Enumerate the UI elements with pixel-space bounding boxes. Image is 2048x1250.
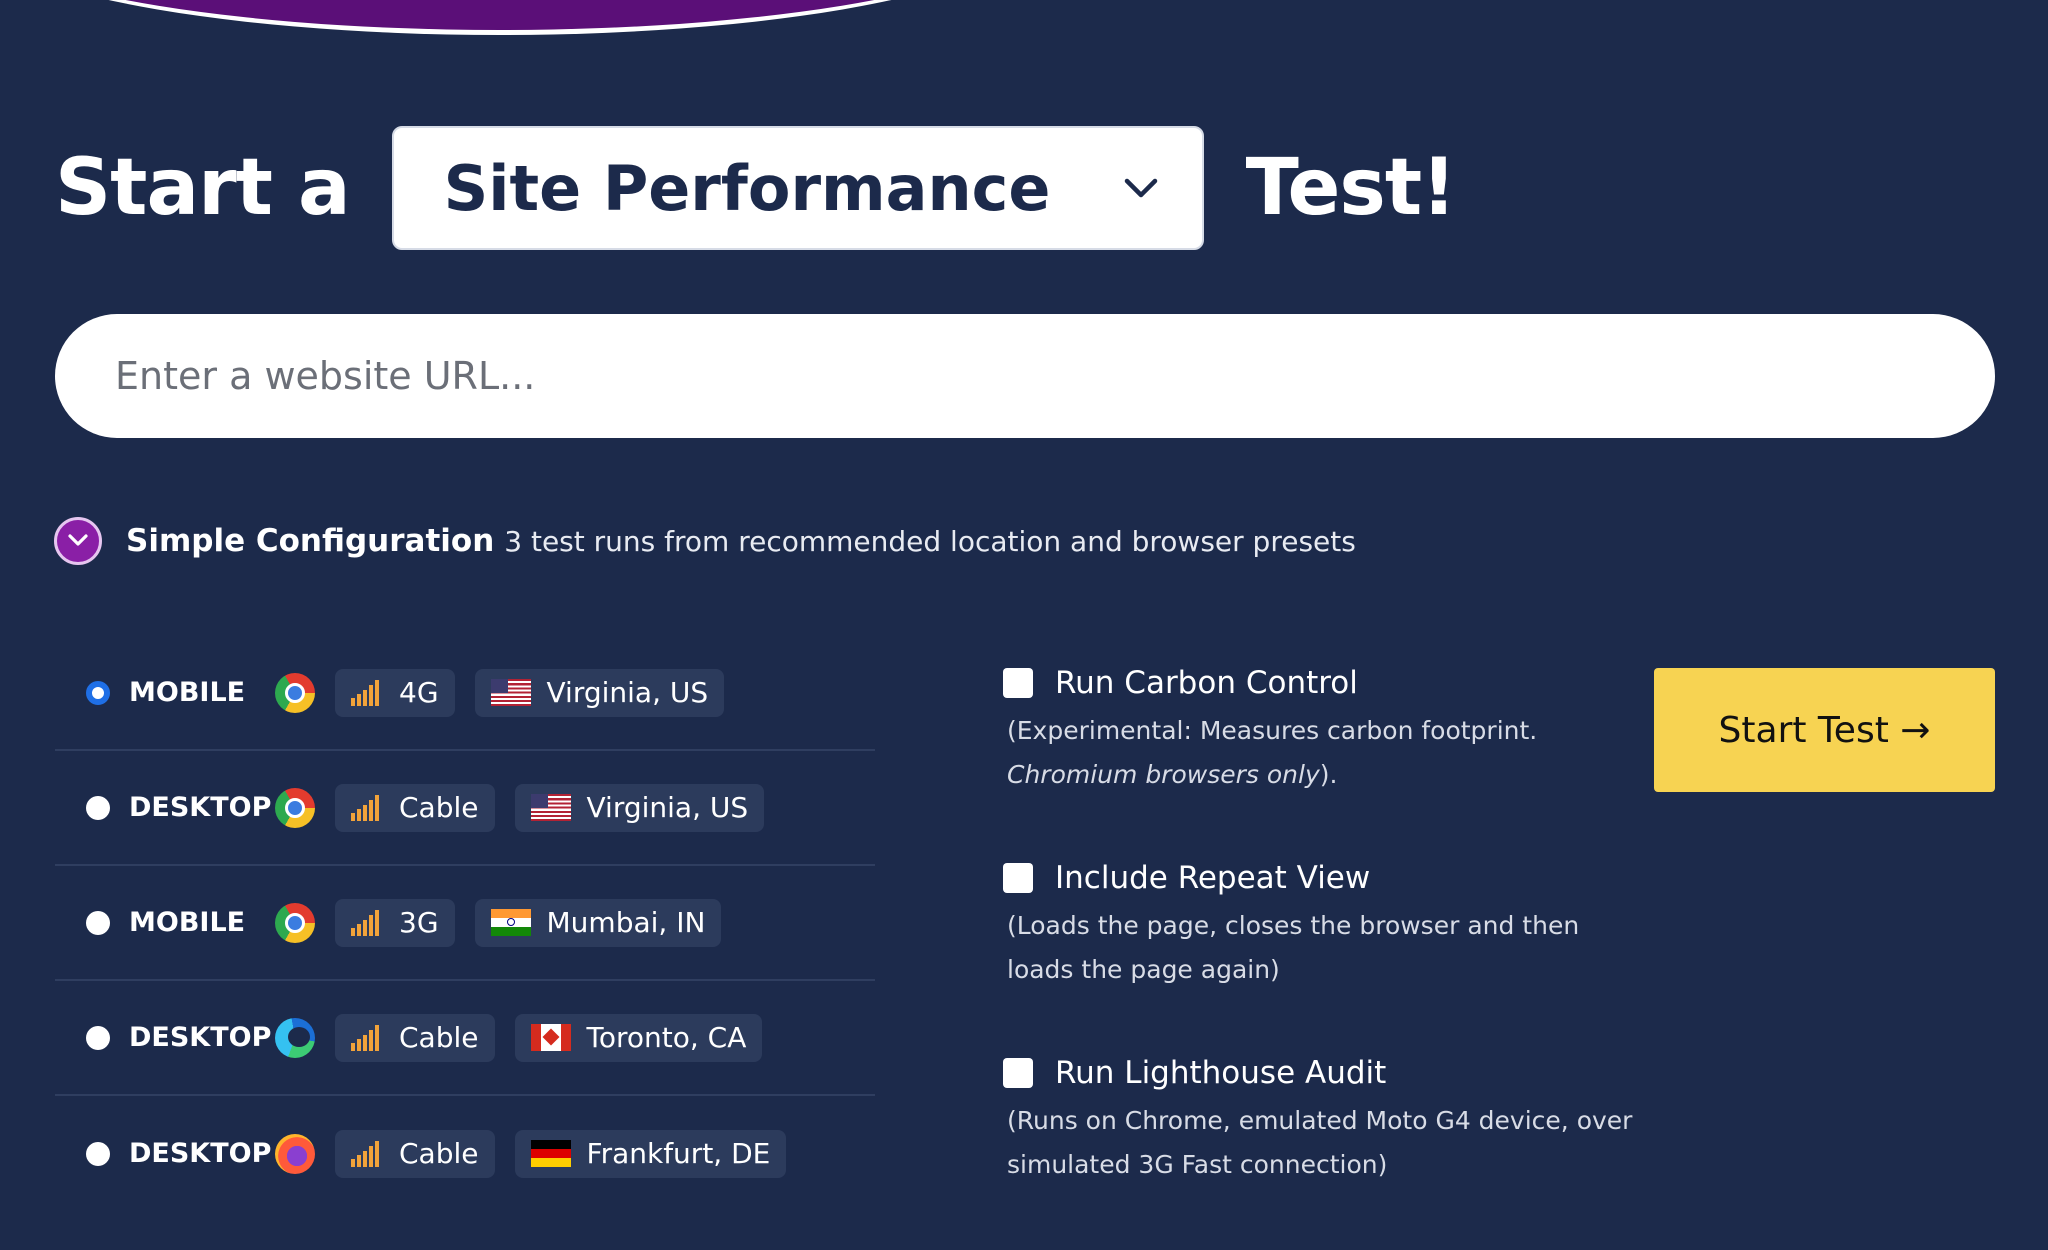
option-header: Run Lighthouse Audit xyxy=(1003,1055,1643,1091)
location-label: Toronto, CA xyxy=(586,1021,747,1054)
url-input[interactable] xyxy=(55,314,1995,438)
connection-badge: Cable xyxy=(335,783,495,832)
signal-icon xyxy=(351,909,381,936)
configuration-title: Simple Configuration xyxy=(126,523,495,559)
device-label: MOBILE xyxy=(129,907,246,938)
option-lighthouse-audit: Run Lighthouse Audit (Runs on Chrome, em… xyxy=(1003,1055,1643,1250)
signal-icon xyxy=(351,1140,381,1167)
option-description-end: ). xyxy=(1319,760,1338,789)
connection-label: Cable xyxy=(399,1137,479,1170)
germany-flag-icon xyxy=(530,1140,571,1167)
option-carbon-control: Run Carbon Control (Experimental: Measur… xyxy=(1003,665,1643,860)
signal-icon xyxy=(351,679,381,706)
chrome-icon xyxy=(275,902,315,943)
preset-row[interactable]: MOBILE 3G Mumbai, IN xyxy=(55,866,875,981)
option-header: Run Carbon Control xyxy=(1003,665,1643,701)
preset-radio[interactable] xyxy=(86,910,110,935)
firefox-icon xyxy=(275,1133,315,1174)
preset-row[interactable]: DESKTOP Cable Frankfurt, DE xyxy=(55,1096,875,1211)
location-badge: Mumbai, IN xyxy=(474,898,722,947)
location-label: Mumbai, IN xyxy=(546,906,706,939)
connection-label: 4G xyxy=(399,676,439,709)
us-flag-icon xyxy=(530,794,571,821)
connection-badge: 4G xyxy=(335,668,455,717)
preset-row[interactable]: DESKTOP Cable Toronto, CA xyxy=(55,981,875,1096)
test-type-select[interactable]: Site Performance xyxy=(391,126,1204,250)
option-header: Include Repeat View xyxy=(1003,860,1643,896)
option-description: (Experimental: Measures carbon footprint… xyxy=(1007,709,1643,797)
option-repeat-view: Include Repeat View (Loads the page, clo… xyxy=(1003,860,1643,1055)
preset-radio[interactable] xyxy=(86,680,110,705)
connection-badge: Cable xyxy=(335,1129,495,1178)
start-test-button[interactable]: Start Test → xyxy=(1654,668,1995,792)
heading-prefix: Start a xyxy=(55,143,351,233)
location-label: Frankfurt, DE xyxy=(586,1137,771,1170)
location-badge: Virginia, US xyxy=(514,783,765,832)
test-type-value: Site Performance xyxy=(443,151,1051,225)
chevron-down-icon xyxy=(67,532,89,551)
option-label[interactable]: Include Repeat View xyxy=(1055,860,1370,896)
signal-icon xyxy=(351,794,381,821)
url-input-container xyxy=(55,314,1995,438)
preset-row[interactable]: DESKTOP Cable Virginia, US xyxy=(55,751,875,866)
canada-flag-icon xyxy=(530,1024,571,1051)
preset-list: MOBILE 4G Virginia, US DESKTOP Cable Vir… xyxy=(55,636,875,1211)
chrome-icon xyxy=(275,672,315,713)
heading-suffix: Test! xyxy=(1245,143,1457,233)
preset-radio[interactable] xyxy=(86,1025,110,1050)
edge-icon xyxy=(275,1017,315,1058)
option-label[interactable]: Run Carbon Control xyxy=(1055,665,1358,701)
chrome-icon xyxy=(275,787,315,828)
configuration-description: 3 test runs from recommended location an… xyxy=(504,524,1356,558)
lighthouse-audit-checkbox[interactable] xyxy=(1003,1058,1033,1088)
connection-label: Cable xyxy=(399,791,479,824)
configuration-toggle-button[interactable] xyxy=(54,517,102,565)
location-label: Virginia, US xyxy=(546,676,709,709)
option-description: (Loads the page, closes the browser and … xyxy=(1007,911,1580,984)
simple-configuration-row: Simple Configuration 3 test runs from re… xyxy=(54,514,1356,568)
carbon-control-checkbox[interactable] xyxy=(1003,668,1033,698)
chevron-down-icon xyxy=(1124,177,1158,199)
device-label: DESKTOP xyxy=(129,1138,272,1169)
preset-radio[interactable] xyxy=(86,795,110,820)
location-label: Virginia, US xyxy=(586,791,749,824)
preset-radio[interactable] xyxy=(86,1141,110,1166)
connection-badge: Cable xyxy=(335,1013,495,1062)
start-test-heading: Start a Site Performance Test! xyxy=(55,126,1457,250)
location-badge: Frankfurt, DE xyxy=(514,1129,787,1178)
location-badge: Toronto, CA xyxy=(514,1013,763,1062)
connection-label: 3G xyxy=(399,906,439,939)
test-options: Run Carbon Control (Experimental: Measur… xyxy=(1003,665,1643,1250)
option-description-emphasis: Chromium browsers only xyxy=(1007,760,1320,789)
signal-icon xyxy=(351,1024,381,1051)
device-label: DESKTOP xyxy=(129,792,272,823)
option-label[interactable]: Run Lighthouse Audit xyxy=(1055,1055,1386,1091)
preset-row[interactable]: MOBILE 4G Virginia, US xyxy=(55,636,875,751)
option-description: (Runs on Chrome, emulated Moto G4 device… xyxy=(1007,1106,1633,1179)
repeat-view-checkbox[interactable] xyxy=(1003,863,1033,893)
india-flag-icon xyxy=(490,909,531,936)
device-label: DESKTOP xyxy=(129,1022,272,1053)
header-decorative-arc xyxy=(0,0,1040,35)
location-badge: Virginia, US xyxy=(474,668,725,717)
device-label: MOBILE xyxy=(129,677,246,708)
option-description-text: (Experimental: Measures carbon footprint… xyxy=(1007,716,1538,745)
connection-badge: 3G xyxy=(335,898,455,947)
connection-label: Cable xyxy=(399,1021,479,1054)
us-flag-icon xyxy=(490,679,531,706)
